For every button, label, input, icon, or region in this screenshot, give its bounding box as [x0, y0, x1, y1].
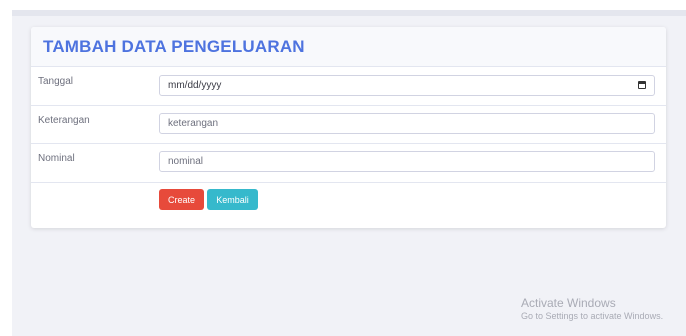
- topbar-edge: [12, 10, 686, 16]
- create-button[interactable]: Create: [159, 189, 204, 210]
- nominal-input[interactable]: nominal: [159, 151, 655, 172]
- back-button[interactable]: Kembali: [207, 189, 258, 210]
- activate-windows-title: Activate Windows: [521, 296, 616, 310]
- form-row-nominal: Nominal nominal: [31, 144, 666, 183]
- nominal-placeholder: nominal: [168, 156, 204, 167]
- page-title: TAMBAH DATA PENGELUARAN: [43, 36, 305, 56]
- keterangan-input[interactable]: keterangan: [159, 113, 655, 134]
- keterangan-label: Keterangan: [38, 115, 90, 126]
- form-row-tanggal: Tanggal mm/dd/yyyy: [31, 67, 666, 106]
- form-card: TAMBAH DATA PENGELUARAN Tanggal mm/dd/yy…: [31, 27, 666, 228]
- keterangan-placeholder: keterangan: [168, 118, 219, 129]
- form-row-keterangan: Keterangan keterangan: [31, 106, 666, 144]
- tanggal-date-input[interactable]: mm/dd/yyyy: [159, 75, 655, 96]
- tanggal-label: Tanggal: [38, 76, 74, 87]
- card-header: TAMBAH DATA PENGELUARAN: [31, 27, 666, 67]
- calendar-icon[interactable]: [638, 81, 646, 89]
- activate-windows-subtitle: Go to Settings to activate Windows.: [521, 311, 664, 321]
- tanggal-placeholder: mm/dd/yyyy: [168, 80, 222, 91]
- nominal-label: Nominal: [38, 153, 75, 164]
